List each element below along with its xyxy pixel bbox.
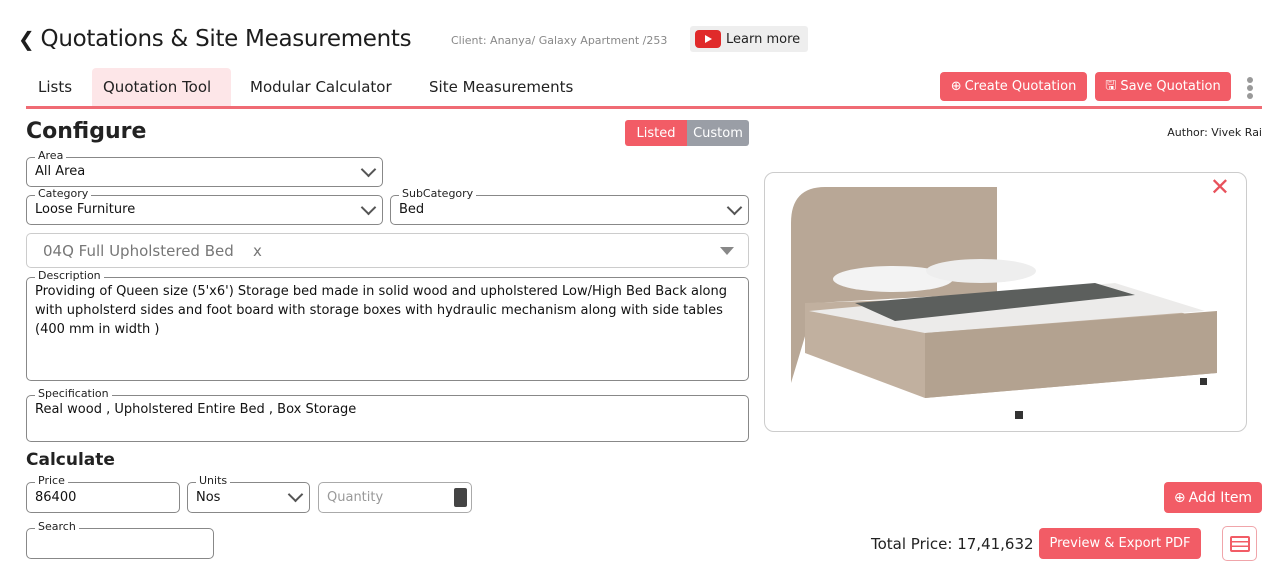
category-select[interactable]: Category Loose Furniture bbox=[26, 187, 383, 225]
units-select[interactable]: Units Nos bbox=[187, 474, 310, 513]
subcategory-value: Bed bbox=[399, 202, 425, 217]
table-icon bbox=[1229, 535, 1250, 552]
quantity-input[interactable]: Quantity bbox=[318, 482, 472, 513]
more-options-icon[interactable] bbox=[1245, 77, 1255, 99]
configure-heading: Configure bbox=[26, 119, 147, 144]
area-select[interactable]: Area All Area bbox=[26, 149, 383, 187]
bed-image bbox=[791, 187, 1217, 419]
units-value: Nos bbox=[196, 490, 221, 505]
quantity-placeholder: Quantity bbox=[327, 490, 384, 505]
chevron-down-icon bbox=[287, 486, 304, 503]
toggle-listed[interactable]: Listed bbox=[625, 120, 687, 146]
add-item-button[interactable]: ⊕ Add Item bbox=[1164, 482, 1262, 513]
specification-label: Specification bbox=[35, 387, 112, 401]
chevron-down-icon bbox=[360, 199, 377, 216]
price-value: 86400 bbox=[35, 490, 77, 505]
tab-quotation-tool[interactable]: Quotation Tool bbox=[92, 68, 231, 106]
youtube-icon bbox=[695, 30, 721, 48]
save-quotation-button[interactable]: 🖫 Save Quotation bbox=[1095, 72, 1231, 101]
client-info: Client: Ananya/ Galaxy Apartment /253 bbox=[451, 34, 668, 47]
subcategory-select[interactable]: SubCategory Bed bbox=[390, 187, 749, 225]
category-value: Loose Furniture bbox=[35, 202, 136, 217]
description-label: Description bbox=[35, 269, 104, 283]
tab-site-measurements[interactable]: Site Measurements bbox=[418, 68, 584, 106]
search-input[interactable]: Search bbox=[26, 520, 214, 559]
toggle-custom[interactable]: Custom bbox=[687, 120, 749, 146]
clear-product-icon[interactable]: x bbox=[253, 242, 262, 260]
title-text: Quotations & Site Measurements bbox=[40, 26, 412, 52]
save-icon: 🖫 bbox=[1105, 77, 1117, 93]
plus-circle-icon: ⊕ bbox=[1173, 489, 1186, 506]
chevron-down-icon bbox=[726, 199, 743, 216]
plus-circle-icon: ⊕ bbox=[950, 79, 962, 94]
save-label: Save Quotation bbox=[1120, 79, 1221, 94]
area-value: All Area bbox=[35, 164, 86, 179]
create-quotation-button[interactable]: ⊕ Create Quotation bbox=[940, 72, 1087, 101]
product-image-panel: ✕ bbox=[764, 172, 1247, 432]
create-label: Create Quotation bbox=[964, 79, 1077, 94]
chevron-left-icon[interactable]: ❮ bbox=[18, 27, 41, 51]
tab-lists[interactable]: Lists bbox=[27, 68, 83, 106]
specification-textarea[interactable]: Specification Real wood , Upholstered Ent… bbox=[26, 387, 749, 442]
units-label: Units bbox=[196, 474, 231, 488]
description-textarea[interactable]: Description Providing of Queen size (5'x6… bbox=[26, 269, 749, 381]
price-label: Price bbox=[35, 474, 68, 488]
category-label: Category bbox=[35, 187, 92, 201]
product-select[interactable]: 04Q Full Upholstered Bed x bbox=[26, 233, 749, 268]
tab-modular-calculator[interactable]: Modular Calculator bbox=[239, 68, 403, 106]
learn-more-label: Learn more bbox=[726, 31, 801, 47]
preview-export-pdf-button[interactable]: Preview & Export PDF bbox=[1039, 528, 1201, 559]
add-item-label: Add Item bbox=[1188, 489, 1253, 506]
description-value: Providing of Queen size (5'x6') Storage … bbox=[35, 284, 728, 337]
page-title: ❮ Quotations & Site Measurements bbox=[18, 26, 412, 52]
product-value: 04Q Full Upholstered Bed bbox=[43, 242, 234, 260]
chevron-down-icon bbox=[360, 161, 377, 178]
search-label: Search bbox=[35, 520, 79, 534]
author: Author: Vivek Rai bbox=[1167, 126, 1262, 139]
specification-value: Real wood , Upholstered Entire Bed , Box… bbox=[35, 402, 357, 417]
total-price: Total Price: 17,41,632 bbox=[871, 535, 1034, 553]
caret-down-icon bbox=[720, 247, 734, 255]
listed-custom-toggle: Listed Custom bbox=[625, 120, 749, 146]
table-view-button[interactable] bbox=[1222, 526, 1257, 561]
area-label: Area bbox=[35, 149, 67, 163]
subcategory-label: SubCategory bbox=[399, 187, 477, 201]
calculate-heading: Calculate bbox=[26, 450, 115, 470]
calculator-icon[interactable] bbox=[454, 488, 467, 507]
learn-more-button[interactable]: Learn more bbox=[690, 26, 808, 52]
tab-divider bbox=[26, 106, 1262, 109]
price-input[interactable]: Price 86400 bbox=[26, 474, 180, 513]
